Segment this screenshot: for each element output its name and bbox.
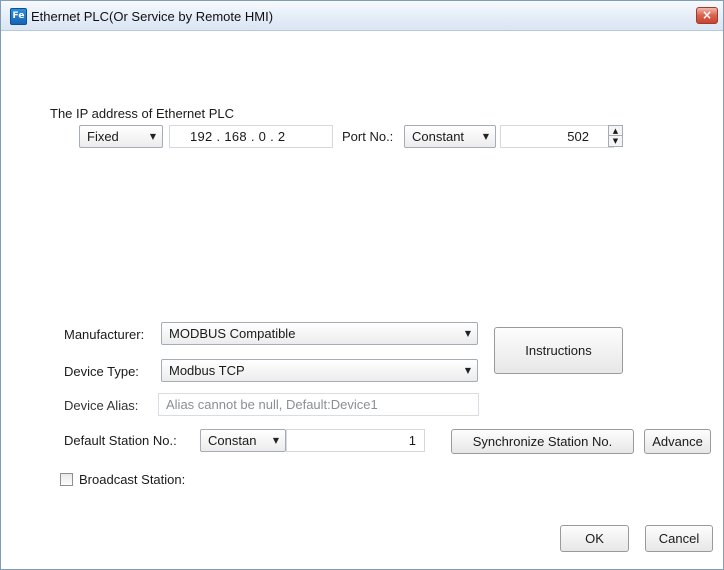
close-button[interactable]: × [696, 7, 718, 24]
dialog-window: Fe Ethernet PLC(Or Service by Remote HMI… [0, 0, 724, 570]
instructions-button[interactable]: Instructions [494, 327, 623, 374]
advance-button[interactable]: Advance [644, 429, 711, 454]
station-value-field[interactable]: 1 [286, 429, 425, 452]
device-alias-field[interactable]: Alias cannot be null, Default:Device1 [158, 393, 479, 416]
port-value: 502 [567, 129, 589, 144]
device-type-label: Device Type: [64, 364, 139, 379]
close-icon: × [701, 8, 713, 22]
spin-down-icon[interactable]: ▼ [609, 136, 622, 146]
ip-address-field[interactable]: 192 . 168 . 0 . 2 [169, 125, 333, 148]
chevron-down-icon: ▼ [272, 436, 279, 445]
manufacturer-label: Manufacturer: [64, 327, 145, 342]
device-type-value: Modbus TCP [169, 363, 245, 378]
chevron-down-icon: ▼ [464, 366, 471, 375]
port-spinner[interactable]: ▲ ▼ [608, 125, 623, 147]
chevron-down-icon: ▼ [482, 132, 489, 141]
port-label: Port No.: [342, 129, 394, 144]
port-mode-value: Constant [412, 129, 465, 144]
chevron-down-icon: ▼ [464, 329, 471, 338]
device-type-select[interactable]: Modbus TCP ▼ [161, 359, 478, 382]
alias-label: Device Alias: [64, 398, 139, 413]
ok-button[interactable]: OK [560, 525, 629, 552]
alias-placeholder: Alias cannot be null, Default:Device1 [166, 397, 378, 412]
synchronize-station-button[interactable]: Synchronize Station No. [451, 429, 634, 454]
broadcast-checkbox[interactable] [60, 473, 73, 486]
station-label: Default Station No.: [64, 433, 177, 448]
manufacturer-value: MODBUS Compatible [169, 326, 296, 341]
port-value-field[interactable]: 502 [500, 125, 614, 148]
window-title: Ethernet PLC(Or Service by Remote HMI) [31, 9, 274, 24]
cancel-button[interactable]: Cancel [645, 525, 713, 552]
ip-heading: The IP address of Ethernet PLC [50, 106, 235, 121]
station-mode-select[interactable]: Constan ▼ [200, 429, 286, 452]
app-icon: Fe [10, 8, 27, 25]
station-value: 1 [408, 433, 416, 448]
ip-address-value: 192 . 168 . 0 . 2 [190, 129, 286, 144]
station-mode-value: Constan [208, 433, 257, 448]
title-bar[interactable]: Fe Ethernet PLC(Or Service by Remote HMI… [1, 1, 723, 31]
chevron-down-icon: ▼ [149, 132, 156, 141]
spin-up-icon[interactable]: ▲ [609, 126, 622, 136]
ip-mode-value: Fixed [87, 129, 119, 144]
ip-mode-select[interactable]: Fixed ▼ [79, 125, 163, 148]
manufacturer-select[interactable]: MODBUS Compatible ▼ [161, 322, 478, 345]
port-mode-select[interactable]: Constant ▼ [404, 125, 496, 148]
broadcast-label: Broadcast Station: [79, 472, 186, 487]
